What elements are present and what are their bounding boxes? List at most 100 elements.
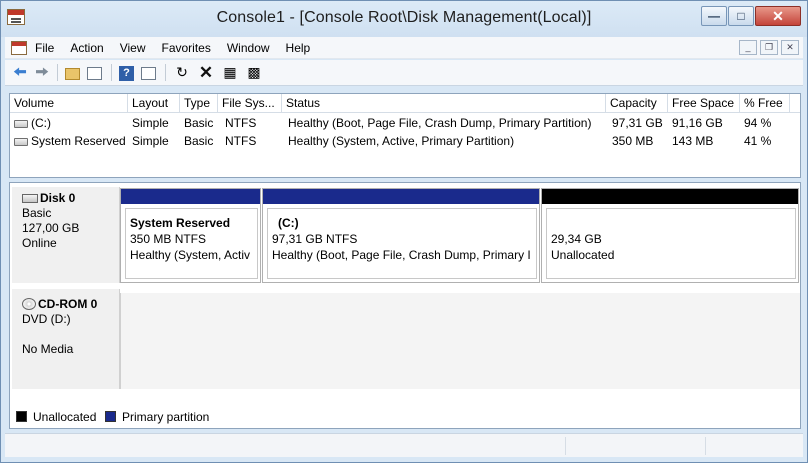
toolbar-separator xyxy=(111,64,112,81)
disk-state: Online xyxy=(22,236,57,250)
partition-size: 29,34 GB xyxy=(551,232,602,246)
primary-partition-bar xyxy=(121,189,260,204)
legend-primary: Primary partition xyxy=(105,410,209,424)
window-controls: — □ ✕ xyxy=(700,6,801,28)
legend-label: Primary partition xyxy=(122,410,210,424)
status-bar xyxy=(5,433,803,457)
partition-details: (C:) 97,31 GB NTFS Healthy (Boot, Page F… xyxy=(267,208,537,279)
partition-size: 350 MB NTFS xyxy=(130,232,207,246)
mmc-window: Console1 - [Console Root\Disk Management… xyxy=(0,0,808,463)
status-cell: Healthy (System, Active, Primary Partiti… xyxy=(288,134,515,148)
column-status[interactable]: Status xyxy=(282,94,606,113)
delete-icon[interactable]: ✕ xyxy=(197,64,215,81)
drive-icon xyxy=(14,120,28,128)
partition-system-reserved[interactable]: System Reserved 350 MB NTFS Healthy (Sys… xyxy=(120,188,261,283)
partition-name: (C:) xyxy=(278,216,299,230)
partition-c[interactable]: (C:) 97,31 GB NTFS Healthy (Boot, Page F… xyxy=(262,188,540,283)
unallocated-bar xyxy=(542,189,798,204)
percent-free-cell: 41 % xyxy=(744,134,772,148)
child-window-controls: _ ❐ ✕ xyxy=(736,40,799,55)
column-type[interactable]: Type xyxy=(180,94,218,113)
table-row[interactable]: System Reserved Simple Basic NTFS Health… xyxy=(10,132,800,150)
primary-partition-bar xyxy=(263,189,539,204)
help-icon[interactable]: ? xyxy=(119,66,134,81)
partition-status: Healthy (System, Activ xyxy=(130,248,251,262)
title-bar[interactable]: Console1 - [Console Root\Disk Management… xyxy=(1,1,807,37)
status-divider xyxy=(705,437,706,455)
partition-status: Unallocated xyxy=(551,248,615,262)
legend-label: Unallocated xyxy=(33,410,97,424)
status-cell: Healthy (Boot, Page File, Crash Dump, Pr… xyxy=(288,116,592,130)
volume-name: (C:) xyxy=(31,116,51,130)
toolbar-separator xyxy=(165,64,166,81)
drive-icon xyxy=(14,138,28,146)
folder-up-icon[interactable] xyxy=(65,68,80,80)
disk-0-name-row: Disk 0 xyxy=(22,191,119,206)
legend-unallocated: Unallocated xyxy=(16,410,96,424)
cdrom-icon xyxy=(22,298,36,310)
volume-list-header: Volume Layout Type File Sys... Status Ca… xyxy=(10,94,800,113)
refresh-icon[interactable]: ↻ xyxy=(173,64,191,81)
menu-view[interactable]: View xyxy=(120,41,146,55)
free-space-cell: 143 MB xyxy=(672,134,714,148)
partition-name: System Reserved xyxy=(130,216,231,230)
menu-window[interactable]: Window xyxy=(227,41,270,55)
properties-icon[interactable] xyxy=(141,67,156,80)
menu-file[interactable]: File xyxy=(35,41,54,55)
forward-arrow-icon[interactable]: 🠪 xyxy=(33,64,51,81)
cdrom-name: CD-ROM 0 xyxy=(38,297,98,311)
column-volume[interactable]: Volume xyxy=(10,94,128,113)
table-row[interactable]: (C:) Simple Basic NTFS Healthy (Boot, Pa… xyxy=(10,114,800,132)
menu-favorites[interactable]: Favorites xyxy=(162,41,211,55)
partition-unallocated[interactable]: 29,34 GB Unallocated xyxy=(541,188,799,283)
column-layout[interactable]: Layout xyxy=(128,94,180,113)
close-icon: ✕ xyxy=(772,8,784,24)
child-close-button[interactable]: ✕ xyxy=(781,40,799,55)
child-restore-button[interactable]: ❐ xyxy=(760,40,778,55)
filesystem-cell: NTFS xyxy=(225,116,257,130)
console-menu-icon[interactable] xyxy=(11,41,27,55)
volume-list: Volume Layout Type File Sys... Status Ca… xyxy=(9,93,801,178)
column-free-space[interactable]: Free Space xyxy=(668,94,740,113)
maximize-icon: □ xyxy=(737,9,745,23)
partition-size: 97,31 GB NTFS xyxy=(272,232,358,246)
disk-0-label[interactable]: Disk 0 Basic 127,00 GB Online xyxy=(12,187,120,283)
maximize-button[interactable]: □ xyxy=(728,6,754,26)
cdrom-0-label[interactable]: CD-ROM 0 DVD (D:) No Media xyxy=(12,289,120,389)
filesystem-cell: NTFS xyxy=(225,134,257,148)
child-minimize-button[interactable]: _ xyxy=(739,40,757,55)
cdrom-type: DVD (D:) xyxy=(22,312,71,326)
capacity-cell: 97,31 GB xyxy=(612,116,663,130)
volume-cell: (C:) xyxy=(14,114,128,132)
minimize-button[interactable]: — xyxy=(701,6,727,26)
disk-map: Disk 0 Basic 127,00 GB Online System Res… xyxy=(9,182,801,406)
volume-name: System Reserved xyxy=(31,134,126,148)
disk-type: Basic xyxy=(22,206,52,220)
cdrom-media-area[interactable] xyxy=(120,293,800,389)
menu-help[interactable]: Help xyxy=(286,41,311,55)
back-arrow-icon[interactable]: 🠨 xyxy=(11,64,29,81)
toolbar: 🠨 🠪 ? ↻ ✕ ▦ ▩ xyxy=(5,60,803,86)
column-filesystem[interactable]: File Sys... xyxy=(218,94,282,113)
disk-icon xyxy=(22,194,38,203)
volume-cell: System Reserved xyxy=(14,132,128,150)
disk-name: Disk 0 xyxy=(40,191,76,205)
toolbar-separator xyxy=(57,64,58,81)
layout-cell: Simple xyxy=(132,116,169,130)
disk-properties-icon[interactable]: ▩ xyxy=(245,64,263,81)
column-percent-free[interactable]: % Free xyxy=(740,94,790,113)
primary-swatch xyxy=(105,411,116,422)
column-capacity[interactable]: Capacity xyxy=(606,94,668,113)
status-divider xyxy=(565,437,566,455)
close-button[interactable]: ✕ xyxy=(755,6,801,26)
layout-cell: Simple xyxy=(132,134,169,148)
show-hide-tree-icon[interactable] xyxy=(87,67,102,80)
minimize-icon: — xyxy=(708,9,720,23)
legend: Unallocated Primary partition xyxy=(9,405,801,429)
disk-size: 127,00 GB xyxy=(22,221,80,235)
menu-action[interactable]: Action xyxy=(70,41,103,55)
rescan-icon[interactable]: ▦ xyxy=(221,64,239,81)
unallocated-swatch xyxy=(16,411,27,422)
partition-status: Healthy (Boot, Page File, Crash Dump, Pr… xyxy=(272,248,531,262)
partition-details: 29,34 GB Unallocated xyxy=(546,208,796,279)
